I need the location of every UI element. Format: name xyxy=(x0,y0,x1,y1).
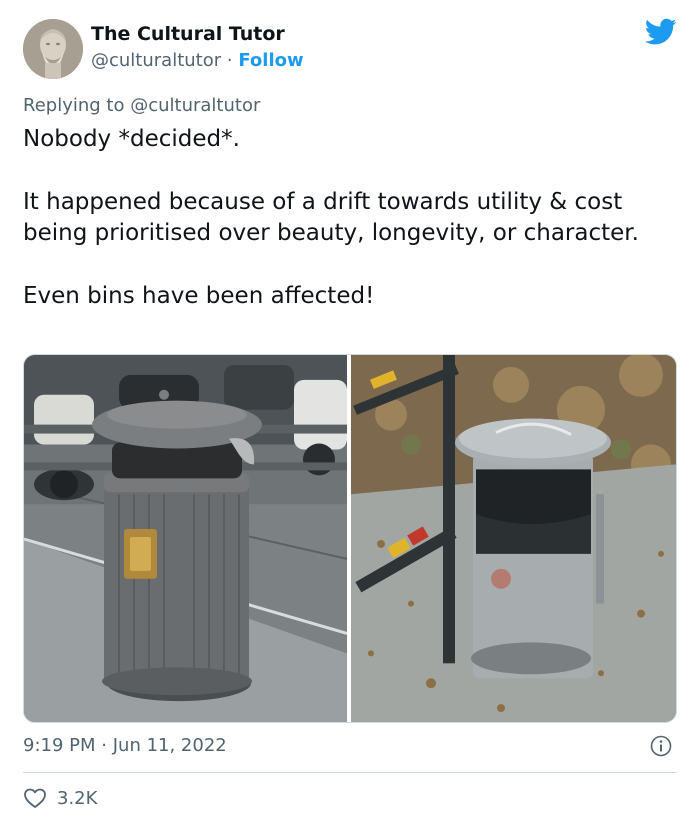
replying-to-prefix: Replying to xyxy=(23,95,125,116)
tweet-date: Jun 11, 2022 xyxy=(112,735,227,756)
media-grid xyxy=(23,354,677,723)
twitter-bird-icon[interactable] xyxy=(645,18,677,46)
author-handle-line: @culturaltutor · Follow xyxy=(91,50,304,71)
plain-bin-image xyxy=(351,355,676,722)
divider xyxy=(23,772,677,773)
tweet-paragraph-1: Nobody *decided*. xyxy=(23,126,240,152)
heart-icon[interactable] xyxy=(23,787,47,809)
ornate-bin-image xyxy=(24,355,347,722)
photo-plain-bin[interactable] xyxy=(351,355,676,722)
tweet-text: Nobody *decided*. It happened because of… xyxy=(23,124,673,312)
replying-to: Replying to @culturaltutor xyxy=(23,95,260,116)
photo-ornate-bin[interactable] xyxy=(24,355,347,722)
handle-separator: · xyxy=(226,50,233,71)
timestamp[interactable]: 9:19 PM · Jun 11, 2022 xyxy=(23,735,227,756)
avatar[interactable] xyxy=(23,19,83,79)
tweet-time: 9:19 PM xyxy=(23,735,96,756)
like-count: 3.2K xyxy=(57,787,98,809)
tweet-paragraph-3: Even bins have been affected! xyxy=(23,282,375,309)
tweet-paragraph-2: It happened because of a drift towards u… xyxy=(23,188,639,247)
follow-button[interactable]: Follow xyxy=(238,50,303,71)
author-handle[interactable]: @culturaltutor xyxy=(91,50,221,71)
author-name[interactable]: The Cultural Tutor xyxy=(91,23,285,45)
like-action[interactable]: 3.2K xyxy=(23,787,97,809)
timestamp-separator: · xyxy=(101,735,107,756)
info-icon[interactable] xyxy=(650,735,672,757)
replying-to-handle[interactable]: @culturaltutor xyxy=(130,95,260,116)
avatar-bust-image xyxy=(23,19,83,79)
